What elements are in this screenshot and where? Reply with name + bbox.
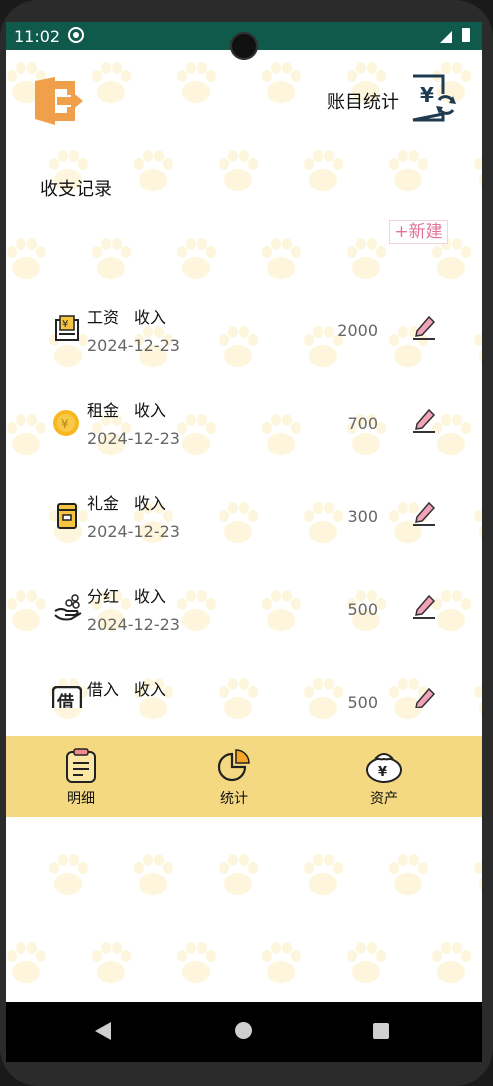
- edit-pencil-icon[interactable]: [411, 592, 437, 620]
- paw-print: [389, 150, 428, 191]
- paw-print: [92, 942, 131, 983]
- record-row[interactable]: 分红 收入 2024-12-23 500: [6, 569, 482, 662]
- record-type: 收入: [134, 401, 167, 420]
- paw-print: [7, 238, 46, 279]
- paw-print: [92, 62, 131, 103]
- front-camera: [230, 32, 258, 60]
- paw-print: [177, 942, 216, 983]
- paw-print: [7, 942, 46, 983]
- record-amount: 500: [347, 600, 378, 619]
- edit-pencil-icon[interactable]: [411, 406, 437, 434]
- record-amount: 2000: [337, 321, 378, 340]
- paw-print: [347, 942, 386, 983]
- records-list[interactable]: ¥ 工资 收入 2024-12-23 2000 ¥ 租金 收入 2024-12-…: [6, 280, 482, 708]
- home-icon[interactable]: [235, 1022, 252, 1039]
- record-amount: 300: [347, 507, 378, 526]
- paw-print: [49, 854, 88, 895]
- record-date: 2024-12-23: [87, 522, 180, 541]
- record-category: 分红: [87, 587, 120, 606]
- svg-text:¥: ¥: [62, 319, 68, 330]
- paw-print: [177, 62, 216, 103]
- bottom-nav-bar: 明细 统计 ¥ 资产: [6, 736, 482, 817]
- paw-print: [432, 942, 471, 983]
- recents-icon[interactable]: [373, 1023, 389, 1039]
- paw-print: [134, 854, 173, 895]
- paw-print: [177, 238, 216, 279]
- record-date: 2024-12-23: [87, 615, 180, 634]
- record-type: 收入: [134, 587, 167, 606]
- paw-print: [262, 62, 301, 103]
- battery-icon: [462, 28, 470, 42]
- paw-print: [134, 150, 173, 191]
- paw-print: [262, 942, 301, 983]
- record-amount: 700: [347, 414, 378, 433]
- record-category: 租金: [87, 401, 120, 420]
- record-category: 礼金: [87, 494, 120, 513]
- sync-icon: [68, 27, 84, 43]
- pie-chart-icon: [217, 749, 250, 782]
- paw-print: [262, 238, 301, 279]
- paw-print: [474, 158, 482, 187]
- clipboard-icon: [66, 748, 96, 783]
- record-amount: 500: [347, 693, 378, 708]
- nav-label: 明细: [67, 791, 95, 807]
- paw-print: [304, 854, 343, 895]
- record-type: 收入: [134, 308, 167, 327]
- header-title-stats[interactable]: 账目统计: [327, 88, 399, 114]
- edit-pencil-icon[interactable]: [411, 313, 437, 341]
- android-navigation-bar: [6, 1002, 482, 1062]
- record-type: 收入: [134, 680, 167, 699]
- record-row[interactable]: ¥ 租金 收入 2024-12-23 700: [6, 383, 482, 476]
- record-row[interactable]: 借 借入 收入 2024-12-23 500: [6, 662, 482, 708]
- app-screen: 11:02 账目统计 ¥ 收支记录 +新建 ¥ 工资 收入 2024-12-23…: [6, 22, 482, 1062]
- nav-item-details[interactable]: 明细: [26, 736, 136, 817]
- status-time: 11:02: [14, 27, 61, 46]
- paw-print: [389, 854, 428, 895]
- paw-print: [219, 854, 258, 895]
- record-date: 2024-12-23: [87, 336, 180, 355]
- paw-print: [219, 150, 258, 191]
- paw-print: [304, 150, 343, 191]
- edit-pencil-icon[interactable]: [411, 685, 437, 708]
- ledger-stats-icon[interactable]: ¥: [409, 74, 457, 122]
- svg-text:¥: ¥: [378, 765, 387, 780]
- dividend-hand-icon: [54, 594, 82, 621]
- record-category: 工资: [87, 308, 120, 327]
- paw-print: [347, 238, 386, 279]
- new-record-button[interactable]: +新建: [389, 220, 448, 244]
- salary-icon: ¥: [55, 315, 79, 341]
- exit-icon[interactable]: [33, 77, 83, 125]
- edit-pencil-icon[interactable]: [411, 499, 437, 527]
- record-date: 2024-12-23: [87, 429, 180, 448]
- borrow-icon: 借: [52, 686, 82, 708]
- svg-text:¥: ¥: [61, 417, 69, 431]
- paw-print: [474, 862, 482, 891]
- record-type: 收入: [134, 494, 167, 513]
- gift-bag-icon: [57, 503, 77, 529]
- svg-text:¥: ¥: [420, 83, 434, 107]
- paw-print: [92, 238, 131, 279]
- nav-label: 统计: [220, 791, 248, 807]
- nav-label: 资产: [370, 791, 398, 807]
- record-category: 借入: [87, 680, 120, 699]
- coin-icon: ¥: [53, 410, 79, 436]
- money-bag-icon: ¥: [366, 753, 402, 783]
- svg-text:借: 借: [56, 692, 74, 708]
- nav-item-assets[interactable]: ¥ 资产: [329, 736, 439, 817]
- back-icon[interactable]: [95, 1022, 111, 1040]
- record-row[interactable]: ¥ 工资 收入 2024-12-23 2000: [6, 290, 482, 383]
- signal-icon: [440, 31, 452, 43]
- section-title: 收支记录: [40, 179, 112, 200]
- record-row[interactable]: 礼金 收入 2024-12-23 300: [6, 476, 482, 569]
- paw-print: [432, 238, 471, 279]
- nav-item-stats[interactable]: 统计: [179, 736, 289, 817]
